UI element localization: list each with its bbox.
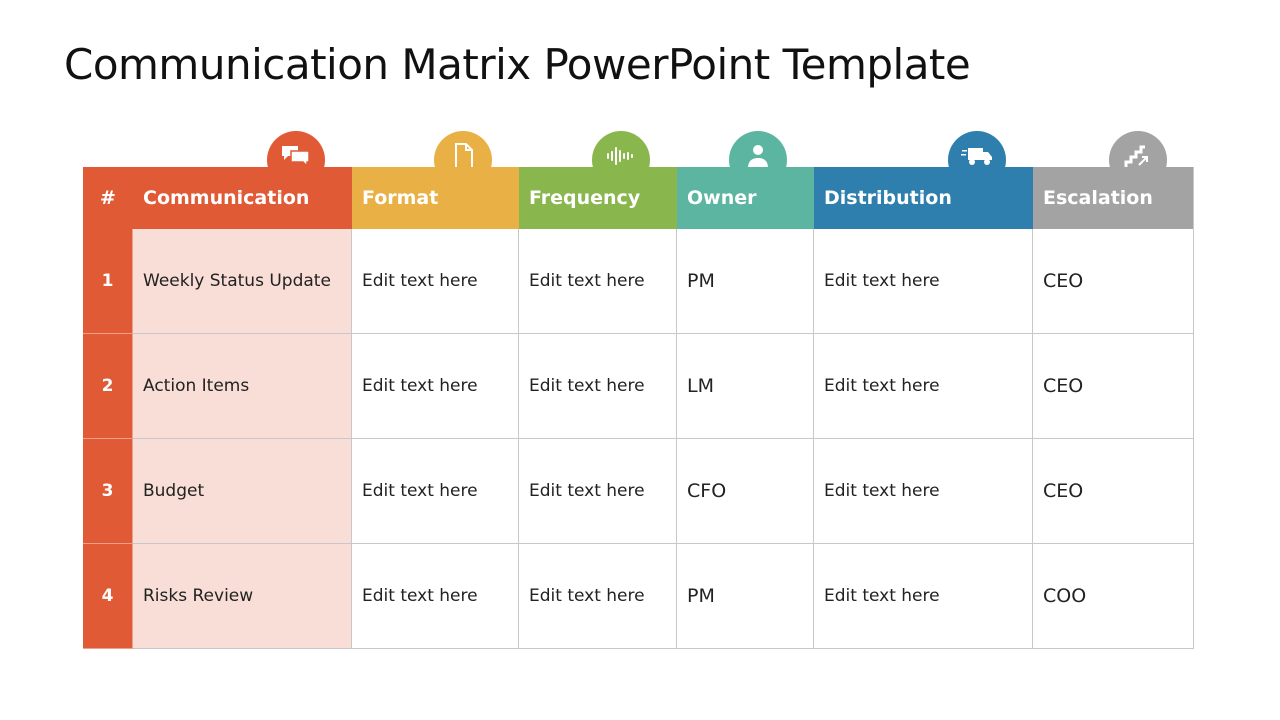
- column-header-distribution: Distribution: [814, 167, 1033, 229]
- column-header-num: #: [83, 167, 133, 229]
- column-header-label: Escalation: [1043, 187, 1153, 209]
- cell-escalation: CEO: [1033, 334, 1194, 439]
- column-header-owner: Owner: [677, 167, 814, 229]
- column-header-frequency: Frequency: [519, 167, 677, 229]
- cell-escalation: CEO: [1033, 229, 1194, 334]
- column-header-escalation: Escalation: [1033, 167, 1194, 229]
- column-header-label: #: [100, 187, 116, 209]
- cell-frequency: Edit text here: [519, 229, 677, 334]
- cell-num: 1: [83, 229, 133, 334]
- cell-communication: Budget: [133, 439, 352, 544]
- column-header-format: Format: [352, 167, 519, 229]
- column-header-label: Owner: [687, 187, 757, 209]
- cell-escalation: COO: [1033, 544, 1194, 649]
- column-header-label: Distribution: [824, 187, 952, 209]
- cell-format: Edit text here: [352, 439, 519, 544]
- cell-owner: LM: [677, 334, 814, 439]
- cell-format: Edit text here: [352, 334, 519, 439]
- cell-communication: Weekly Status Update: [133, 229, 352, 334]
- communication-matrix-table: # Communication Format Frequency Owner Distri…: [83, 131, 1194, 650]
- cell-num: 4: [83, 544, 133, 649]
- cell-owner: PM: [677, 229, 814, 334]
- cell-distribution: Edit text here: [814, 229, 1033, 334]
- cell-num: 3: [83, 439, 133, 544]
- cell-frequency: Edit text here: [519, 544, 677, 649]
- cell-frequency: Edit text here: [519, 439, 677, 544]
- cell-communication: Risks Review: [133, 544, 352, 649]
- cell-communication: Action Items: [133, 334, 352, 439]
- cell-distribution: Edit text here: [814, 544, 1033, 649]
- cell-format: Edit text here: [352, 229, 519, 334]
- column-header-label: Format: [362, 187, 439, 209]
- slide-title: Communication Matrix PowerPoint Template: [64, 40, 971, 89]
- cell-distribution: Edit text here: [814, 334, 1033, 439]
- cell-owner: PM: [677, 544, 814, 649]
- column-header-label: Frequency: [529, 187, 641, 209]
- cell-owner: CFO: [677, 439, 814, 544]
- cell-format: Edit text here: [352, 544, 519, 649]
- cell-num: 2: [83, 334, 133, 439]
- cell-distribution: Edit text here: [814, 439, 1033, 544]
- cell-escalation: CEO: [1033, 439, 1194, 544]
- column-header-label: Communication: [143, 187, 310, 209]
- cell-frequency: Edit text here: [519, 334, 677, 439]
- column-header-communication: Communication: [133, 167, 352, 229]
